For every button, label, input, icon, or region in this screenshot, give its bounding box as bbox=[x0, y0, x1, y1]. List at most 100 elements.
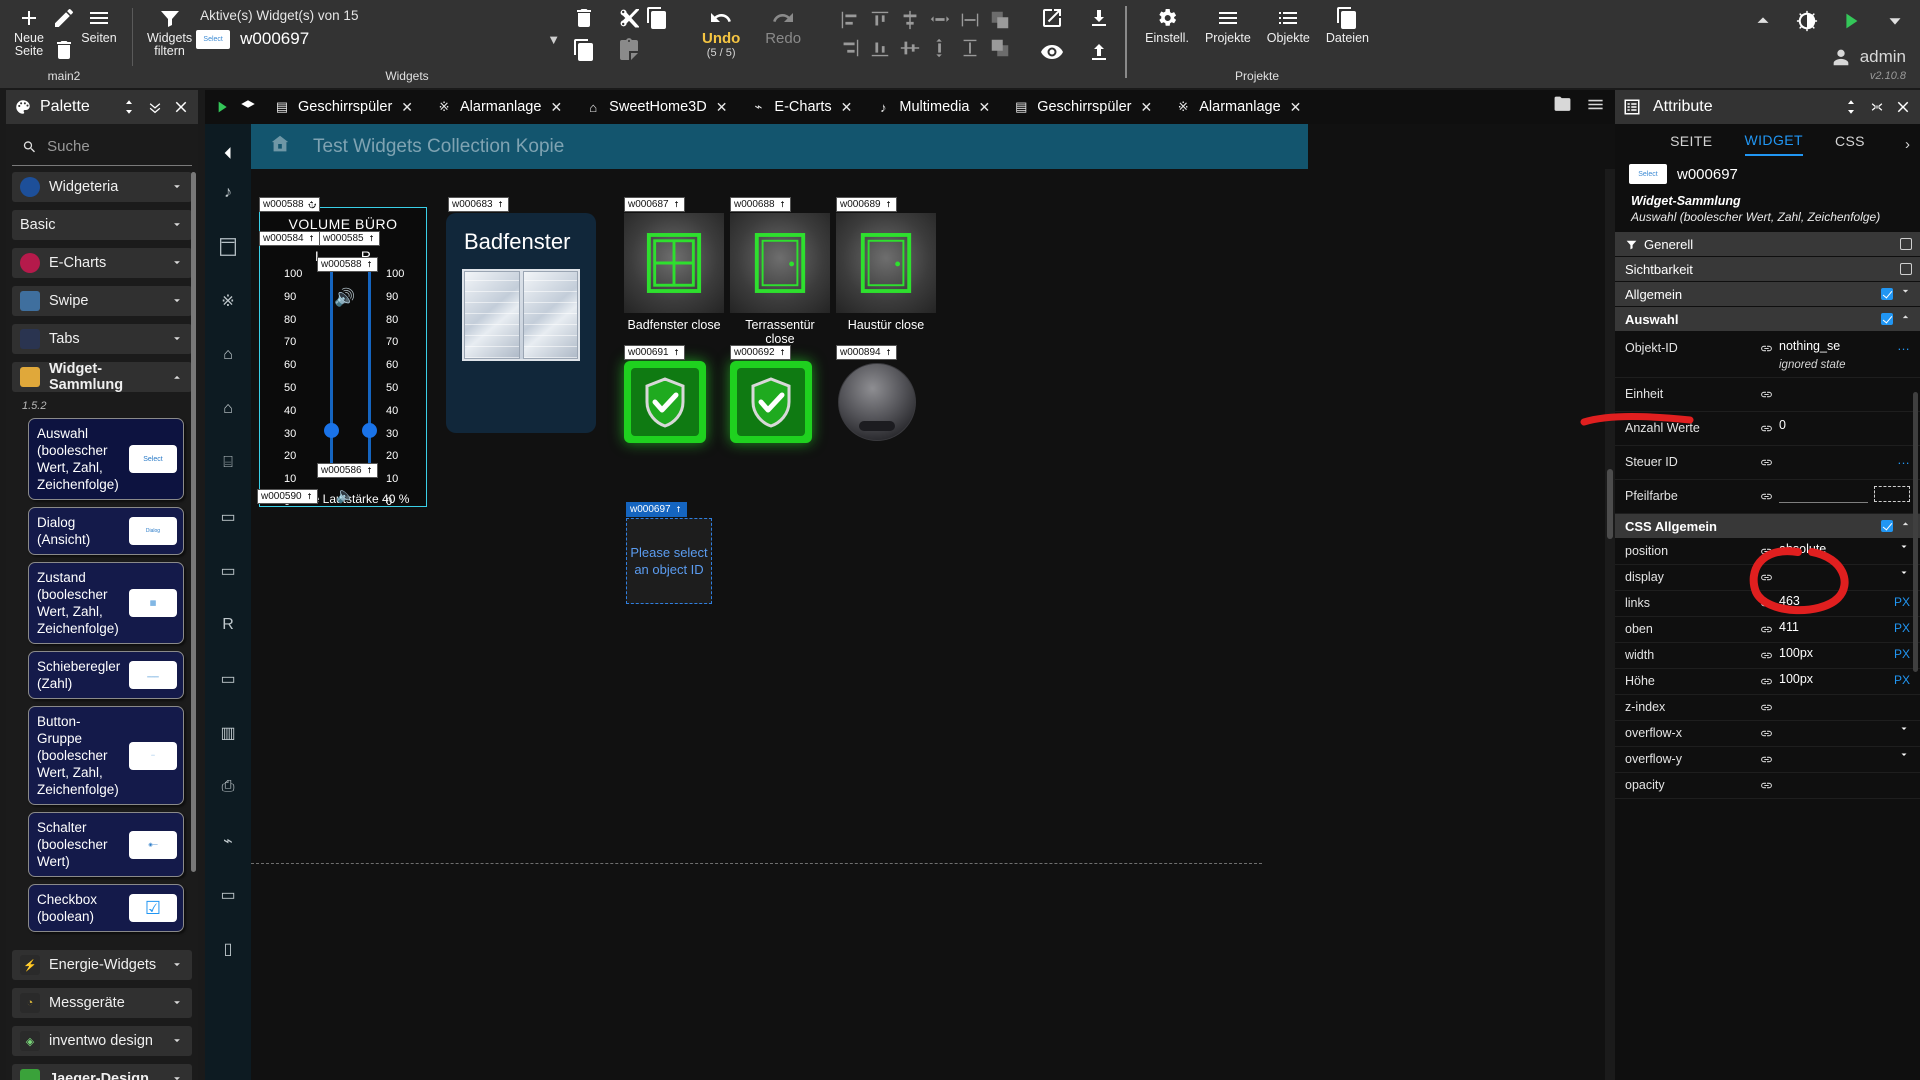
tab-geschirrspueler-1[interactable]: ▤ Geschirrspüler ✕ bbox=[263, 90, 423, 124]
blinds-rail-icon[interactable]: ▭ bbox=[215, 504, 241, 530]
volume-widget[interactable]: VOLUME BÜRO L R 100 90 80 70 60 50 40 30 bbox=[259, 207, 427, 507]
tab-widget[interactable]: WIDGET bbox=[1745, 132, 1803, 156]
redo-button[interactable]: Redo bbox=[752, 0, 814, 47]
r-rail-icon[interactable]: R bbox=[215, 612, 241, 638]
tv-rail-icon[interactable]: ▭ bbox=[215, 558, 241, 584]
css-row-overflow-y[interactable]: overflow-y bbox=[1615, 747, 1920, 773]
link-icon[interactable] bbox=[1760, 619, 1773, 641]
tab-seite[interactable]: SEITE bbox=[1670, 133, 1712, 155]
link-icon[interactable] bbox=[1760, 697, 1773, 719]
tab-alarmanlage-2[interactable]: ※ Alarmanlage ✕ bbox=[1164, 90, 1311, 124]
close-palette-icon[interactable] bbox=[172, 98, 190, 116]
back-arrow-icon[interactable] bbox=[215, 140, 241, 166]
panel-rail-icon[interactable]: ▯ bbox=[215, 936, 241, 962]
home-rail-icon[interactable]: ⌂ bbox=[215, 396, 241, 422]
layers-icon[interactable] bbox=[235, 96, 261, 118]
property-row-objekt-id[interactable]: Objekt-ID nothing_se… ignored state bbox=[1615, 332, 1920, 378]
link-icon[interactable] bbox=[1760, 452, 1773, 474]
widget-stage[interactable]: VOLUME BÜRO L R 100 90 80 70 60 50 40 30 bbox=[251, 169, 1308, 1080]
more-menu-icon[interactable] bbox=[1884, 10, 1906, 32]
palette-category-widgeteria[interactable]: Widgeteria bbox=[12, 172, 192, 202]
link-icon[interactable] bbox=[1760, 567, 1773, 589]
bar-rail-icon[interactable]: ▭ bbox=[215, 666, 241, 692]
attributes-scrollbar[interactable] bbox=[1913, 392, 1918, 672]
link-icon[interactable] bbox=[1760, 749, 1773, 771]
filter-widgets-button[interactable]: Widgetsfiltern bbox=[143, 0, 196, 58]
theme-toggle-icon[interactable] bbox=[1796, 10, 1818, 32]
cut-icon[interactable] bbox=[617, 6, 641, 30]
browse-dots[interactable]: … bbox=[1897, 452, 1910, 467]
palette-category-energie-widgets[interactable]: ⚡ Energie-Widgets bbox=[12, 950, 192, 980]
color-swatch[interactable] bbox=[1874, 486, 1910, 502]
property-row-steuer-id[interactable]: Steuer ID … bbox=[1615, 446, 1920, 480]
palette-category-messgeraete[interactable]: ◔ Messgeräte bbox=[12, 988, 192, 1018]
link-icon[interactable] bbox=[1760, 593, 1773, 615]
property-row-einheit[interactable]: Einheit bbox=[1615, 378, 1920, 412]
house3d-rail-icon[interactable]: ⌂ bbox=[215, 342, 241, 368]
slider-track-left[interactable] bbox=[330, 272, 333, 476]
link-icon[interactable] bbox=[1760, 671, 1773, 693]
tabbar-menu-icon[interactable] bbox=[1586, 95, 1605, 119]
widget-badge[interactable]: w000683 bbox=[448, 197, 509, 212]
section-auswahl[interactable]: Auswahl bbox=[1615, 307, 1920, 331]
widget-badge[interactable]: w000894 bbox=[836, 345, 897, 360]
chevron-up-icon[interactable] bbox=[1899, 310, 1912, 328]
chevron-down-icon[interactable] bbox=[170, 1034, 184, 1048]
chevron-down-icon[interactable] bbox=[170, 180, 184, 194]
chevron-down-icon[interactable] bbox=[170, 996, 184, 1010]
widget-badge[interactable]: w000590 bbox=[257, 489, 318, 504]
chevron-up-icon[interactable] bbox=[170, 370, 184, 384]
widget-badge[interactable]: w000586 bbox=[317, 463, 378, 478]
palette-widget-checkbox[interactable]: Checkbox (boolean) ☑ bbox=[28, 884, 184, 932]
speaker-icon[interactable]: 🔊 bbox=[334, 288, 355, 308]
widget-badge[interactable]: w000584 bbox=[259, 231, 320, 246]
property-unit[interactable]: PX bbox=[1894, 593, 1910, 609]
tab-geschirrspueler-2[interactable]: ▤ Geschirrspüler ✕ bbox=[1002, 90, 1162, 124]
chevron-up-icon[interactable] bbox=[1899, 517, 1912, 535]
settings-button[interactable]: Einstell. bbox=[1141, 0, 1193, 45]
palette-widget-dialog[interactable]: Dialog (Ansicht) Dialog bbox=[28, 507, 184, 555]
tab-multimedia[interactable]: ♪ Multimedia ✕ bbox=[864, 90, 1000, 124]
chevron-down-icon[interactable] bbox=[170, 332, 184, 346]
close-icon[interactable]: ✕ bbox=[401, 99, 413, 116]
window-tile-badfenster[interactable]: Badfenster close bbox=[624, 213, 724, 313]
dishwasher-rail-icon[interactable] bbox=[215, 234, 241, 260]
widget-badge[interactable]: w000687 bbox=[624, 197, 685, 212]
css-row-position[interactable]: position absolute bbox=[1615, 539, 1920, 565]
delete-widget-icon[interactable] bbox=[572, 6, 596, 30]
paste-icon[interactable] bbox=[617, 38, 641, 62]
chevron-down-icon[interactable] bbox=[170, 294, 184, 308]
palette-category-widget-sammlung[interactable]: Widget-Sammlung bbox=[12, 362, 192, 392]
align-center-horizontal-icon[interactable] bbox=[899, 9, 921, 31]
chevron-down-icon[interactable] bbox=[1898, 541, 1910, 556]
equal-height-icon[interactable] bbox=[959, 37, 981, 59]
objects-button[interactable]: Objekte bbox=[1263, 0, 1314, 45]
align-left-icon[interactable] bbox=[839, 9, 861, 31]
palette-widget-zustand[interactable]: Zustand (boolescher Wert, Zahl, Zeichenf… bbox=[28, 562, 184, 644]
pages-button[interactable]: Seiten bbox=[76, 0, 122, 45]
printer-rail-icon[interactable]: ⎙ bbox=[215, 774, 241, 800]
css-row-zindex[interactable]: z-index bbox=[1615, 695, 1920, 721]
chevron-down-icon[interactable] bbox=[170, 1072, 184, 1080]
palette-category-inventwo-design[interactable]: ◈ inventwo design bbox=[12, 1026, 192, 1056]
widget-badge[interactable]: w000688 bbox=[730, 197, 791, 212]
open-external-icon[interactable] bbox=[1040, 6, 1064, 30]
section-checkbox[interactable] bbox=[1881, 313, 1893, 325]
scroll-thumb[interactable] bbox=[1607, 469, 1613, 539]
palette-widget-button-gruppe[interactable]: Button-Gruppe (boolescher Wert, Zahl, Ze… bbox=[28, 706, 184, 805]
chart-rail-icon[interactable]: ⌸ bbox=[215, 450, 241, 476]
window-tile-haustuer[interactable]: Haustür close bbox=[836, 213, 936, 313]
music-rail-icon[interactable]: ♪ bbox=[215, 180, 241, 206]
section-allgemein[interactable]: Allgemein bbox=[1615, 282, 1920, 306]
preview-eye-icon[interactable] bbox=[1040, 40, 1064, 64]
section-generell[interactable]: Generell bbox=[1615, 232, 1920, 256]
window-tile-terrassentuer[interactable]: Terrassentür close bbox=[730, 213, 830, 313]
import-icon[interactable] bbox=[1087, 6, 1111, 30]
browse-dots[interactable]: … bbox=[1897, 338, 1910, 353]
run-preview-icon[interactable] bbox=[1840, 10, 1862, 32]
css-row-display[interactable]: display bbox=[1615, 565, 1920, 591]
duplicate-widget-icon[interactable] bbox=[572, 38, 596, 62]
section-checkbox[interactable] bbox=[1900, 238, 1912, 250]
css-row-overflow-x[interactable]: overflow-x bbox=[1615, 721, 1920, 747]
align-center-vertical-icon[interactable] bbox=[899, 37, 921, 59]
